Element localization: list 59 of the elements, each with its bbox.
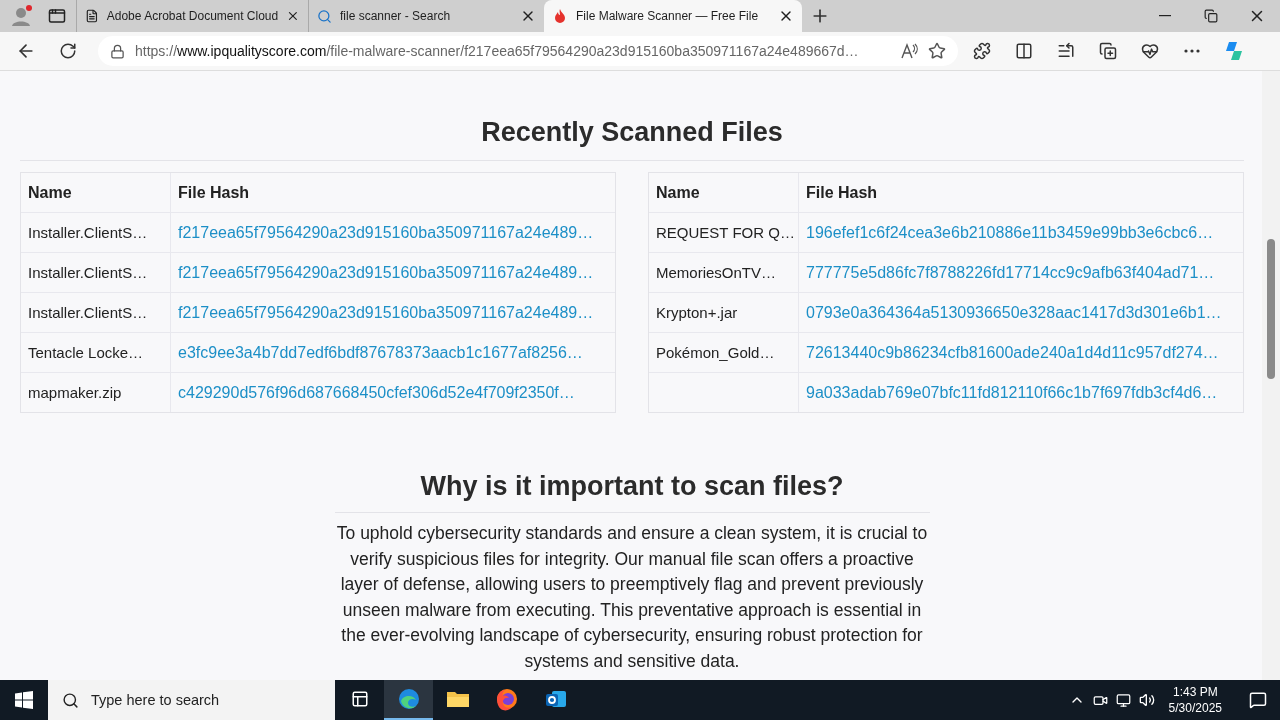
network-icon[interactable] bbox=[1115, 692, 1131, 708]
search-icon bbox=[62, 691, 79, 709]
file-name-cell: Tentacle Locke… bbox=[21, 332, 170, 372]
file-name-cell: Krypton+.jar bbox=[649, 292, 798, 332]
puzzle-icon bbox=[973, 42, 991, 60]
file-hash-link[interactable]: f217eea65f79564290a23d915160ba350971167a24e489… bbox=[170, 212, 615, 252]
taskbar-app-button[interactable] bbox=[384, 680, 433, 720]
file-hash-link[interactable]: 9a033adab769e07bfc11fd812110f66c1b7f697fdb3cf4d6… bbox=[798, 372, 1243, 412]
volume-icon[interactable] bbox=[1138, 692, 1155, 708]
file-name-cell: mapmaker.zip bbox=[21, 372, 170, 412]
lock-icon bbox=[110, 43, 125, 59]
section-heading: Recently Scanned Files bbox=[481, 117, 783, 148]
windows-icon bbox=[15, 691, 33, 709]
file-hash-link[interactable]: 72613440c9b86234cfb81600ade240a1d4d11c957df274… bbox=[798, 332, 1243, 372]
section-heading: Why is it important to scan files? bbox=[420, 471, 844, 502]
heart-pulse-icon bbox=[1141, 42, 1159, 60]
file-name-cell: Installer.ClientS… bbox=[21, 252, 170, 292]
refresh-icon bbox=[59, 42, 77, 60]
file-name-cell: Installer.ClientS… bbox=[21, 212, 170, 252]
document-icon bbox=[85, 8, 99, 24]
column-header: File Hash bbox=[798, 173, 1243, 212]
collections-icon bbox=[1099, 42, 1117, 60]
folder-icon bbox=[445, 689, 470, 709]
workspaces-icon bbox=[48, 7, 66, 25]
task-view-icon bbox=[350, 690, 369, 708]
file-hash-link[interactable]: 0793e0a364364a5130936650e328aac1417d3d301e6b1… bbox=[798, 292, 1243, 332]
edge-icon bbox=[396, 687, 421, 711]
clock[interactable]: 1:43 PM 5/30/2025 bbox=[1162, 684, 1228, 716]
file-name-cell: Pokémon_Gold… bbox=[649, 332, 798, 372]
column-header: Name bbox=[655, 182, 701, 203]
restore-icon bbox=[1204, 9, 1218, 23]
file-hash-link[interactable]: e3fc9ee3a4b7dd7edf6bdf87678373aacb1c1677af8256… bbox=[170, 332, 615, 372]
file-name-cell: REQUEST FOR Q… bbox=[649, 212, 798, 252]
read-aloud-icon[interactable] bbox=[900, 42, 918, 60]
profile-icon[interactable] bbox=[10, 4, 34, 28]
file-name-cell: Installer.ClientS… bbox=[21, 292, 170, 332]
file-hash-link[interactable]: 777775e5d86fc7f8788226fd17714cc9c9afb63f404ad71… bbox=[798, 252, 1243, 292]
flame-icon bbox=[552, 8, 568, 24]
file-hash-link[interactable]: f217eea65f79564290a23d915160ba350971167a24e489… bbox=[170, 252, 615, 292]
browser-tab[interactable]: File Malware Scanner — Free File bbox=[544, 0, 802, 32]
split-screen-icon bbox=[1015, 42, 1033, 60]
favorite-icon[interactable] bbox=[928, 42, 946, 60]
minimize-icon bbox=[1159, 15, 1171, 17]
more-icon bbox=[1184, 49, 1200, 53]
paragraph: To uphold cybersecurity standards and ensure a clean system, it is crucial to verify suspicious files for integrity. Our manual file scan offers a proactive layer of defense, allowing users to preemptively flag and prevent previously unseen malware from executing. This preventative approach is essential in the ever-evolving landscape of cybersecurity, ensuring robust protection for systems and sensitive data. bbox=[335, 522, 929, 673]
taskbar-search-field[interactable]: Type here to search bbox=[48, 680, 335, 720]
file-hash-link[interactable]: 196efef1c6f24cea3e6b210886e11b3459e99bb3e6cbc6… bbox=[798, 212, 1243, 252]
notifications-icon bbox=[1249, 691, 1267, 709]
file-hash-link[interactable]: f217eea65f79564290a23d915160ba350971167a24e489… bbox=[170, 292, 615, 332]
address-bar[interactable]: https://www.ipqualityscore.com/file-malware-scanner/f217eea65f79564290a23d915160ba350971167a24e489667d… bbox=[98, 36, 958, 66]
column-header: Name bbox=[27, 182, 73, 203]
column-header: File Hash bbox=[170, 173, 615, 212]
copilot-icon bbox=[1223, 40, 1245, 62]
file-name-cell: MemoriesOnTV… bbox=[649, 252, 798, 292]
list-icon bbox=[1057, 42, 1075, 60]
firefox-icon bbox=[494, 687, 519, 711]
scrollbar-thumb[interactable] bbox=[1267, 239, 1275, 379]
search-icon bbox=[317, 8, 332, 24]
file-hash-link[interactable]: c429290d576f96d687668450cfef306d52e4f709f2350f… bbox=[170, 372, 615, 412]
